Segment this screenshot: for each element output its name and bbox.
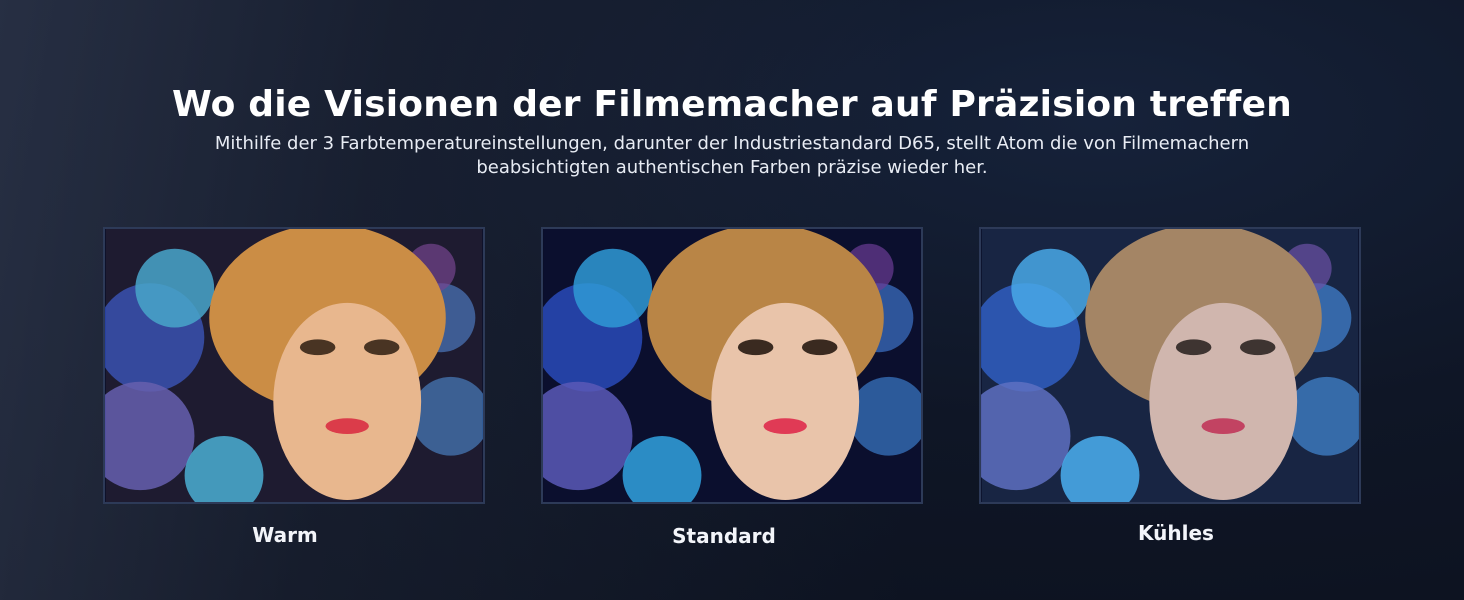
portrait-image-standard bbox=[541, 227, 923, 504]
portrait-image-warm bbox=[103, 227, 485, 504]
subtitle: Mithilfe der 3 Farbtemperatureinstellung… bbox=[214, 133, 1250, 178]
face bbox=[711, 302, 860, 501]
portrait-image-cool bbox=[979, 227, 1361, 504]
portrait-illustration-warm bbox=[105, 229, 483, 502]
mode-label-standard: Standard bbox=[672, 524, 776, 548]
mode-label-warm: Warm bbox=[252, 523, 318, 547]
portrait-illustration-cool bbox=[981, 229, 1359, 502]
headline: Wo die Visionen der Filmemacher auf Präz… bbox=[171, 84, 1293, 125]
portrait-illustration-standard bbox=[543, 229, 921, 502]
mode-label-cool: Kühles bbox=[1138, 521, 1214, 545]
